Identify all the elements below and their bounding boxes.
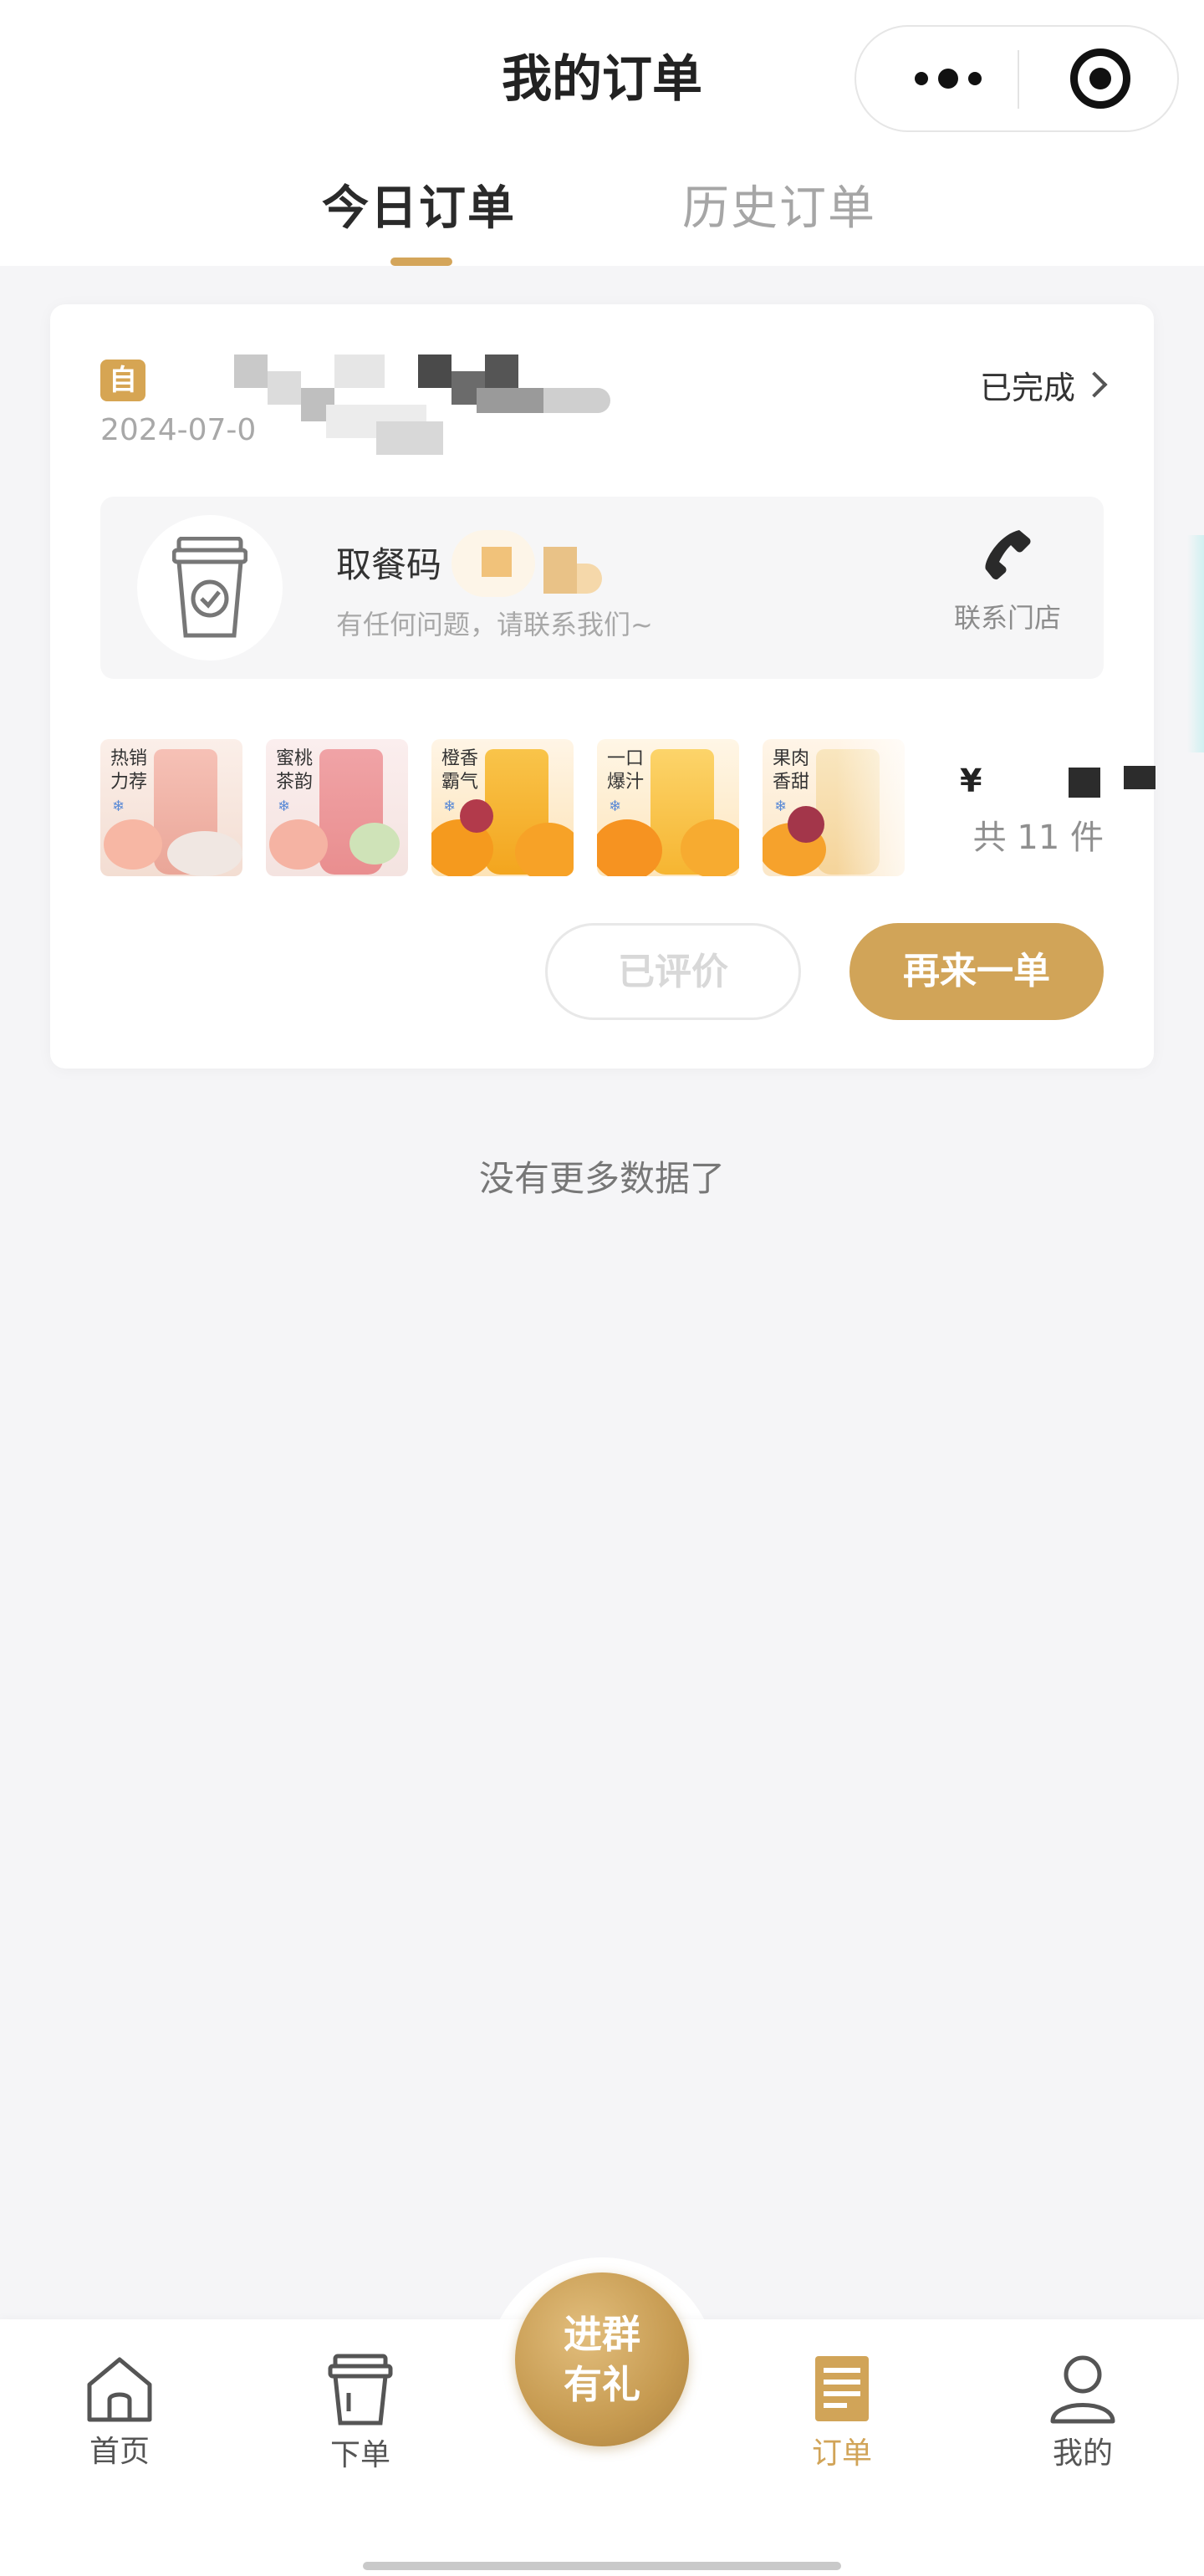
ice-icon: ❄: [278, 798, 291, 815]
tab-home-label: 首页: [89, 2435, 150, 2469]
product-thumb: 橙香霸气 ❄: [431, 739, 574, 876]
ice-icon: ❄: [774, 798, 788, 815]
order-price: ¥: [960, 763, 982, 799]
order-status[interactable]: 已完成: [979, 360, 1108, 410]
orders-icon: [815, 2356, 869, 2421]
tab-history-orders[interactable]: 历史订单: [682, 176, 876, 242]
chevron-right-icon: [1081, 371, 1108, 398]
pickup-hint: 有任何问题，请联系我们~: [336, 609, 653, 640]
tab-me-label: 我的: [1052, 2436, 1113, 2471]
join-group-line1: 进群: [564, 2312, 640, 2357]
product-tag: 热销力荐: [110, 748, 148, 793]
user-icon: [1050, 2355, 1115, 2424]
close-miniprogram-icon[interactable]: [1070, 48, 1130, 109]
tab-today-orders[interactable]: 今日订单: [322, 176, 516, 242]
reviewed-button[interactable]: 已评价: [545, 923, 801, 1020]
pickup-badge: 自: [100, 360, 145, 401]
tab-me[interactable]: 我的: [1012, 2353, 1154, 2495]
join-group-line2: 有礼: [564, 2362, 640, 2407]
miniprogram-capsule: [855, 25, 1179, 132]
order-date: 2024-07-0: [100, 413, 257, 447]
tab-menu[interactable]: 下单: [289, 2353, 431, 2495]
home-icon: [87, 2357, 152, 2422]
page: 我的订单 今日订单 历史订单 自 2024-07-0 已完成 取餐码 有任何问题…: [0, 0, 1204, 2576]
tab-orders-label: 订单: [811, 2436, 872, 2471]
tab-menu-label: 下单: [329, 2438, 390, 2472]
tab-home[interactable]: 首页: [48, 2353, 191, 2495]
order-card[interactable]: 自 2024-07-0 已完成 取餐码 有任何问题，请联系我们~ 联系门店 热销…: [50, 304, 1156, 1069]
order-tabs: 今日订单 历史订单: [0, 167, 1204, 266]
redacted-pickup-code: [452, 530, 619, 605]
active-tab-indicator: [390, 258, 452, 266]
item-count: 共 11 件: [972, 819, 1104, 857]
ice-icon: ❄: [609, 798, 622, 815]
redacted-store-name: [226, 355, 619, 455]
more-icon[interactable]: [881, 38, 1015, 119]
contact-store-label: 联系门店: [953, 602, 1061, 634]
product-tag: 果肉香甜: [773, 748, 810, 793]
no-more-data: 没有更多数据了: [478, 1158, 725, 1199]
pickup-code-panel: 取餐码 有任何问题，请联系我们~ 联系门店: [100, 497, 1104, 679]
tab-orders[interactable]: 订单: [771, 2353, 913, 2495]
product-thumb: 蜜桃茶韵 ❄: [266, 739, 408, 876]
ice-icon: ❄: [112, 798, 125, 815]
product-thumbnails[interactable]: 热销力荐 ❄ 蜜桃茶韵 ❄ 橙香霸气 ❄ 一口爆汁 ❄ 果肉香甜 ❄: [100, 739, 936, 876]
phone-icon: [985, 530, 1031, 580]
reorder-button[interactable]: 再来一单: [849, 923, 1104, 1020]
edge-decoration: [1187, 535, 1204, 752]
thumbnail-fade: [836, 739, 936, 876]
product-thumb: 热销力荐 ❄: [100, 739, 242, 876]
product-tag: 一口爆汁: [607, 748, 645, 793]
product-thumb: 一口爆汁 ❄: [597, 739, 739, 876]
capsule-divider: [1018, 50, 1019, 109]
redacted-price: [1017, 763, 1156, 799]
ice-icon: ❄: [443, 798, 457, 815]
order-status-text: 已完成: [979, 369, 1075, 406]
cup-icon: [328, 2354, 393, 2426]
pickup-code-label: 取餐码: [336, 544, 442, 585]
header: 我的订单 今日订单 历史订单: [0, 0, 1204, 266]
join-group-button[interactable]: 进群 有礼: [515, 2272, 689, 2446]
coffee-cup-icon: [137, 515, 283, 661]
product-tag: 橙香霸气: [441, 748, 479, 793]
home-indicator[interactable]: [363, 2562, 841, 2570]
product-tag: 蜜桃茶韵: [276, 748, 314, 793]
contact-store-button[interactable]: 联系门店: [936, 527, 1079, 652]
